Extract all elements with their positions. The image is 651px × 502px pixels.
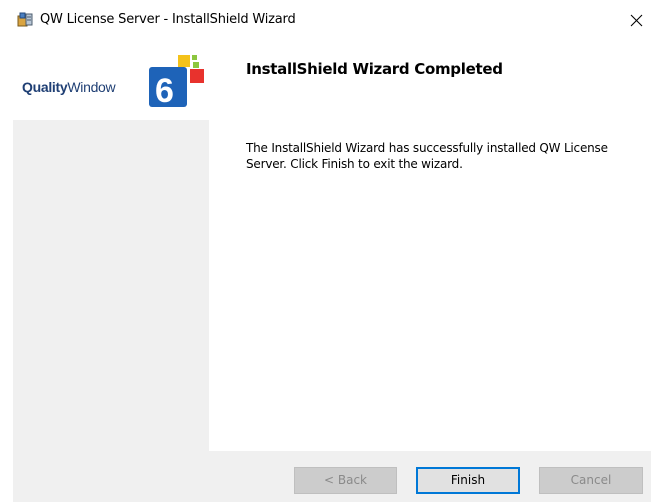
installer-icon [17,12,33,27]
logo-quality-word: Quality [22,79,68,95]
window-title: QW License Server - InstallShield Wizard [40,12,296,27]
close-icon[interactable] [622,6,651,35]
qualitywindow-logo-text: QualityWindow [22,79,116,95]
back-button[interactable]: < Back [294,467,397,494]
finish-button[interactable]: Finish [416,467,520,494]
title-bar[interactable]: QW License Server - InstallShield Wizard [0,0,651,41]
logo-window-word: Window [67,79,116,95]
logo-version-number: 6 [155,72,174,110]
qualitywindow-logo-icon: 6 [149,55,204,110]
wizard-window: QW License Server - InstallShield Wizard… [0,0,651,502]
cancel-button[interactable]: Cancel [539,467,643,494]
content-area [209,41,651,451]
completion-message: The InstallShield Wizard has successfull… [246,141,608,171]
window-left-edge [0,0,13,502]
page-title: InstallShield Wizard Completed [246,60,503,78]
